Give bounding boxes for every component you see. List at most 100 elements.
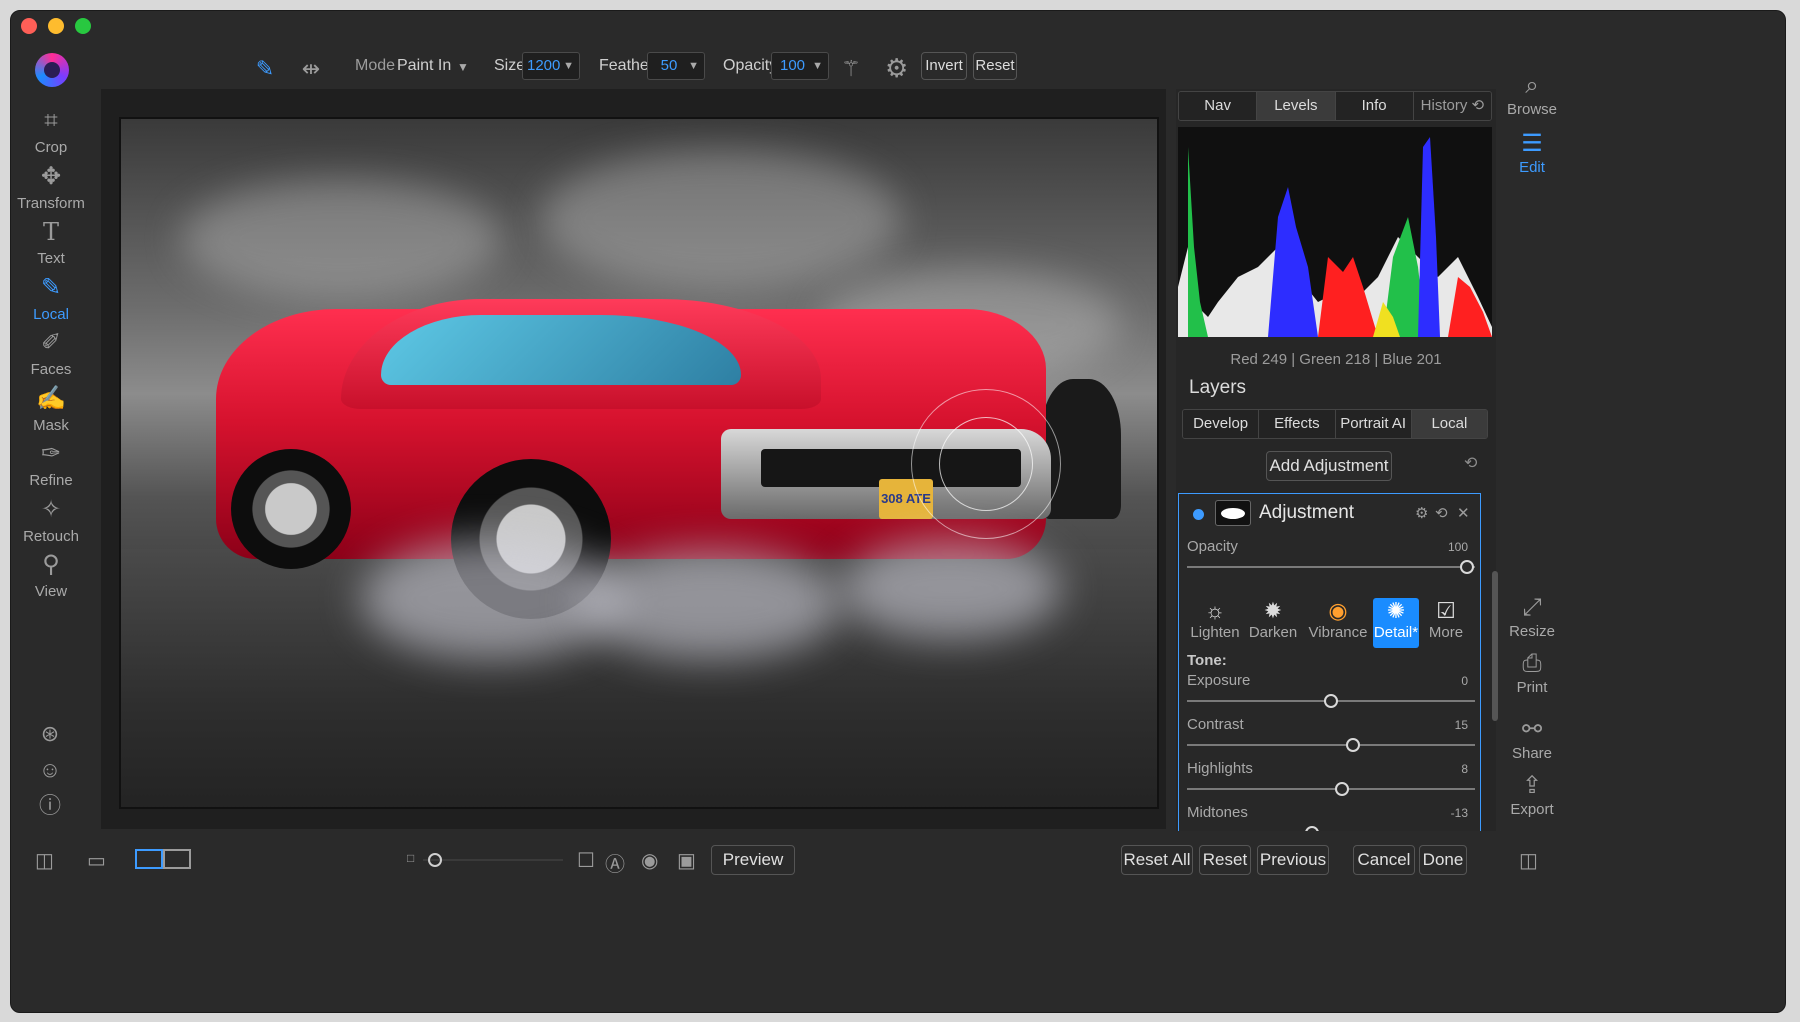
layer-tab-effects[interactable]: Effects bbox=[1259, 410, 1336, 438]
contrast-value: 15 bbox=[1454, 718, 1468, 732]
tab-nav[interactable]: Nav bbox=[1179, 92, 1258, 120]
smoke-shape bbox=[581, 549, 841, 659]
single-view-icon[interactable] bbox=[135, 849, 163, 869]
crop-icon: ⌗ bbox=[44, 107, 58, 134]
tool-view[interactable]: ⚲ View bbox=[11, 551, 91, 600]
tool-retouch[interactable]: ✧ Retouch bbox=[11, 496, 91, 545]
mask-icon: ✍ bbox=[36, 385, 66, 412]
toggle-right-panel-icon[interactable]: ◫ bbox=[1519, 848, 1538, 873]
cloud-shape bbox=[541, 149, 901, 289]
exposure-slider[interactable] bbox=[1187, 694, 1475, 708]
split-view-icon[interactable] bbox=[163, 849, 191, 869]
magic-wand-icon[interactable]: ⚚ bbox=[837, 55, 865, 83]
tool-faces[interactable]: ✐ Faces bbox=[11, 329, 91, 378]
module-edit[interactable]: ☰ Edit bbox=[1497, 129, 1567, 176]
mask-square-icon[interactable]: ☐ bbox=[577, 848, 595, 873]
tool-text[interactable]: T Text bbox=[11, 218, 91, 267]
tool-transform[interactable]: ✥ Transform bbox=[11, 163, 91, 212]
zoom-out-icon[interactable]: □ bbox=[407, 851, 414, 865]
size-label: Size bbox=[494, 57, 526, 74]
tool-local[interactable]: ✎ Local bbox=[11, 274, 91, 323]
opacity-slider-value: 100 bbox=[1447, 540, 1468, 554]
tab-history[interactable]: History ⟲ bbox=[1413, 92, 1491, 120]
feather-field[interactable]: 50 ▼ bbox=[647, 52, 705, 80]
done-button[interactable]: Done bbox=[1419, 845, 1467, 875]
reset-icon[interactable]: ⟲ bbox=[1435, 504, 1448, 522]
filter-label: More bbox=[1428, 624, 1464, 641]
reset-button[interactable]: Reset bbox=[1199, 845, 1251, 875]
opacity-field[interactable]: 100 ▼ bbox=[771, 52, 829, 80]
layer-tab-local[interactable]: Local bbox=[1411, 410, 1487, 438]
monitor-icon[interactable]: ▭ bbox=[87, 848, 106, 873]
layer-tab-portrait-ai[interactable]: Portrait AI bbox=[1335, 410, 1412, 438]
module-label: Edit bbox=[1519, 159, 1545, 176]
tab-levels[interactable]: Levels bbox=[1257, 92, 1336, 120]
toggle-left-panel-icon[interactable]: ◫ bbox=[35, 848, 54, 873]
previous-button[interactable]: Previous bbox=[1257, 845, 1329, 875]
mask-circle-icon[interactable]: ◉ bbox=[641, 848, 658, 873]
photo-preview[interactable]: 308 ATE bbox=[119, 117, 1159, 809]
adjustment-card: Adjustment ⚙ ⟲ ✕ Opacity 100 ☼ Lighten ✹ D… bbox=[1178, 493, 1481, 840]
tool-label: Crop bbox=[34, 139, 68, 156]
exposure-slider-knob[interactable] bbox=[1324, 694, 1338, 708]
chevron-down-icon[interactable]: ▼ bbox=[457, 60, 469, 74]
cancel-button[interactable]: Cancel bbox=[1353, 845, 1415, 875]
zoom-slider-knob[interactable] bbox=[428, 853, 442, 867]
faces-icon: ✐ bbox=[40, 329, 62, 356]
zoom-slider[interactable] bbox=[423, 859, 563, 861]
gear-icon[interactable]: ⚙ bbox=[885, 53, 908, 84]
smoke-shape bbox=[841, 539, 1061, 639]
exposure-value: 0 bbox=[1461, 674, 1468, 688]
module-resize[interactable]: ⤢ Resize bbox=[1497, 593, 1567, 640]
opacity-value: 100 bbox=[780, 57, 806, 74]
add-adjustment-button[interactable]: Add Adjustment bbox=[1266, 451, 1392, 481]
filter-detail[interactable]: ✺ Detail* bbox=[1373, 598, 1419, 648]
close-icon[interactable]: ✕ bbox=[1457, 504, 1470, 522]
grid-overlay-icon[interactable]: ▣ bbox=[677, 848, 696, 873]
tool-mask[interactable]: ✍ Mask bbox=[11, 385, 91, 434]
module-browse[interactable]: ⌕ Browse bbox=[1497, 71, 1567, 118]
text-overlay-icon[interactable]: Ⓐ bbox=[605, 848, 625, 877]
tool-crop[interactable]: ⌗ Crop bbox=[11, 107, 91, 156]
user-icon[interactable]: ☺ bbox=[35, 755, 65, 785]
undo-icon[interactable]: ⟲ bbox=[1464, 453, 1477, 473]
layers-stack-icon[interactable]: ⊛ bbox=[35, 719, 65, 749]
layer-tab-develop[interactable]: Develop bbox=[1183, 410, 1260, 438]
filter-vibrance[interactable]: ◉ Vibrance bbox=[1305, 598, 1371, 648]
filter-darken[interactable]: ✹ Darken bbox=[1245, 598, 1301, 648]
brush-icon: ✎ bbox=[40, 274, 62, 301]
filter-lighten[interactable]: ☼ Lighten bbox=[1187, 598, 1243, 648]
zoom-window-button[interactable] bbox=[75, 18, 91, 34]
contrast-slider-knob[interactable] bbox=[1346, 738, 1360, 752]
mode-value[interactable]: Paint In bbox=[397, 57, 451, 75]
paint-brush-icon[interactable]: ✎ bbox=[251, 55, 279, 83]
highlights-slider[interactable] bbox=[1187, 782, 1475, 796]
contrast-label: Contrast bbox=[1187, 716, 1244, 733]
module-print[interactable]: ⎙ Print bbox=[1497, 649, 1567, 696]
compare-split-icon[interactable]: ⇹ bbox=[297, 55, 325, 83]
gear-icon[interactable]: ⚙ bbox=[1415, 504, 1428, 522]
reset-brush-button[interactable]: Reset bbox=[973, 52, 1017, 80]
help-icon[interactable]: ⓘ bbox=[35, 791, 65, 821]
right-panel: Nav Levels Info History ⟲ Red 249 | Gree… bbox=[1176, 89, 1496, 840]
tool-refine[interactable]: ✑ Refine bbox=[11, 440, 91, 489]
reset-all-button[interactable]: Reset All bbox=[1121, 845, 1193, 875]
contrast-slider[interactable] bbox=[1187, 738, 1475, 752]
size-field[interactable]: 1200 ▼ bbox=[522, 52, 580, 80]
highlights-slider-knob[interactable] bbox=[1335, 782, 1349, 796]
module-export[interactable]: ⇪ Export bbox=[1497, 771, 1567, 818]
app-logo[interactable] bbox=[35, 53, 69, 87]
close-window-button[interactable] bbox=[21, 18, 37, 34]
opacity-slider-knob[interactable] bbox=[1460, 560, 1474, 574]
filter-more[interactable]: ☑ More bbox=[1423, 598, 1469, 648]
image-canvas[interactable]: 308 ATE bbox=[101, 89, 1166, 829]
adjustment-visibility-toggle[interactable] bbox=[1193, 509, 1204, 520]
opacity-slider-label: Opacity bbox=[1187, 538, 1238, 555]
tab-info[interactable]: Info bbox=[1335, 92, 1414, 120]
minimize-window-button[interactable] bbox=[48, 18, 64, 34]
module-share[interactable]: ⚯ Share bbox=[1497, 715, 1567, 762]
preview-button[interactable]: Preview bbox=[711, 845, 795, 875]
invert-button[interactable]: Invert bbox=[921, 52, 967, 80]
mask-thumbnail[interactable] bbox=[1215, 500, 1251, 526]
opacity-slider[interactable] bbox=[1187, 560, 1475, 574]
